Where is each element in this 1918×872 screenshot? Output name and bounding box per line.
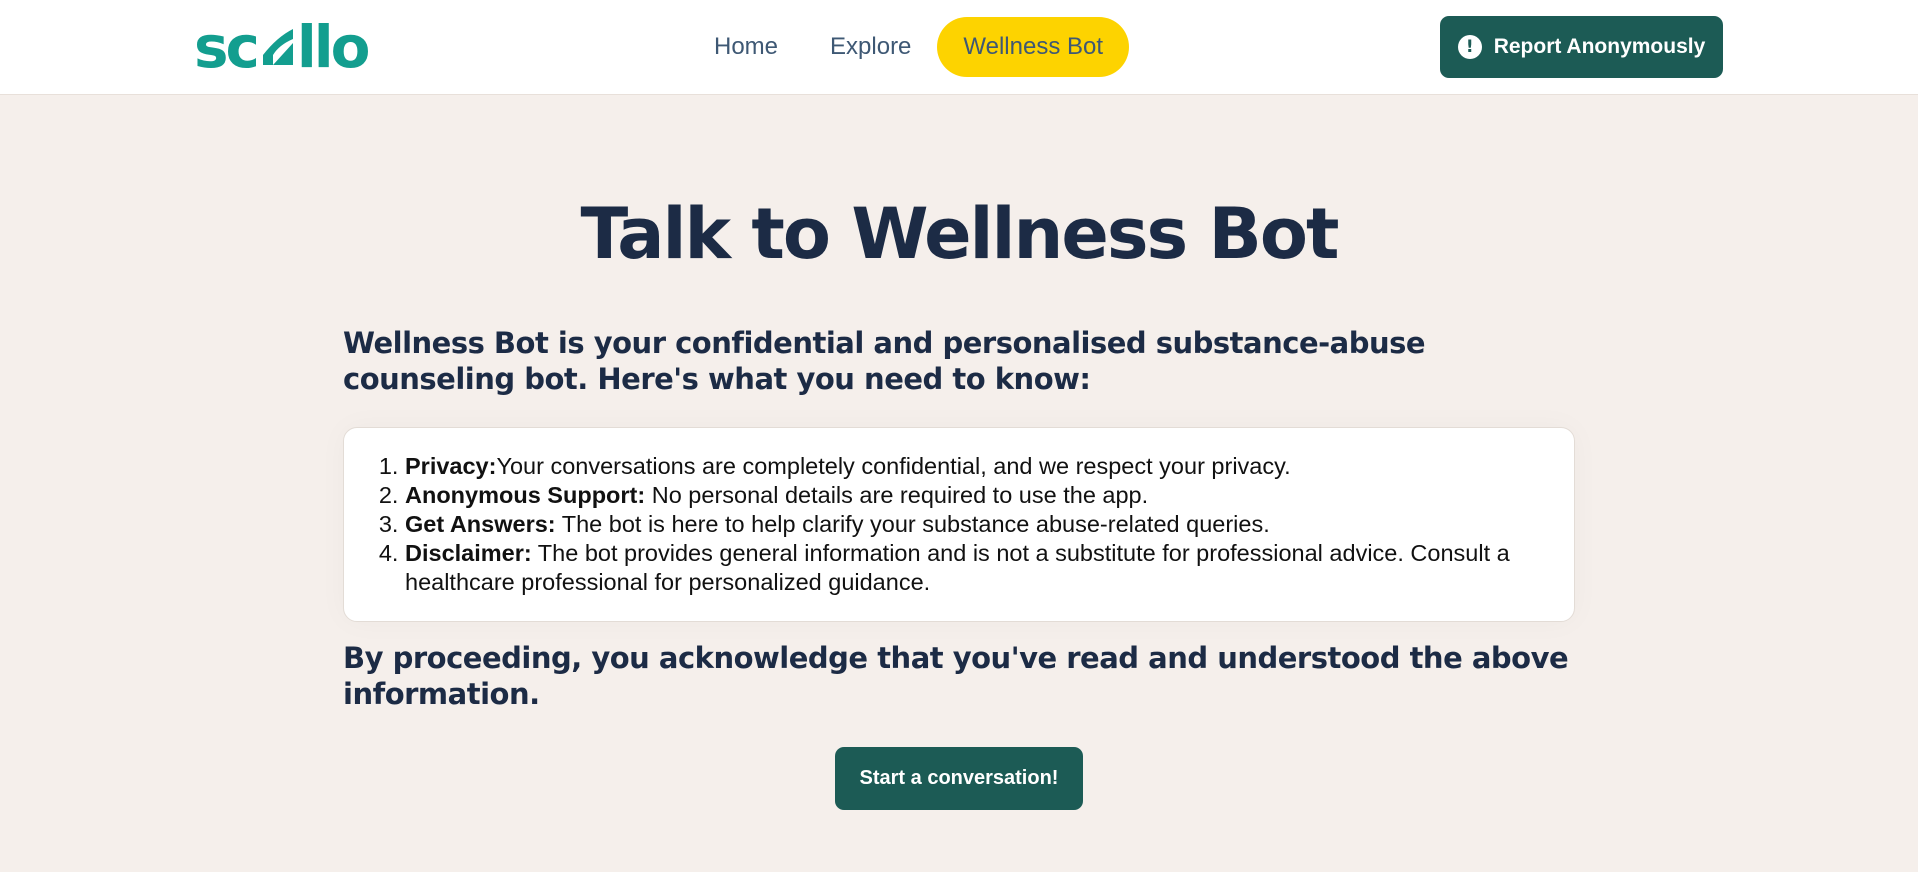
top-navbar: sc llo Home Explore Wellness Bot ! Repor… (0, 0, 1918, 95)
intro-text: Wellness Bot is your confidential and pe… (343, 326, 1426, 396)
list-item-term: Privacy: (405, 453, 497, 479)
list-item-get-answers: Get Answers: The bot is here to help cla… (405, 510, 1544, 539)
list-item-term: Disclaimer: (405, 540, 532, 566)
list-item-text: No personal details are required to use … (645, 482, 1149, 508)
list-item-term: Get Answers: (405, 511, 556, 537)
page-title: Talk to Wellness Bot (580, 193, 1340, 275)
info-card: Privacy:Your conversations are completel… (343, 427, 1575, 622)
list-item-disclaimer: Disclaimer: The bot provides general inf… (405, 539, 1544, 597)
info-list: Privacy:Your conversations are completel… (405, 452, 1544, 597)
nav-link-explore[interactable]: Explore (804, 17, 937, 77)
list-item-text: The bot provides general information and… (405, 540, 1510, 595)
nav-link-wellness-bot[interactable]: Wellness Bot (937, 17, 1130, 77)
main-nav: Home Explore Wellness Bot (688, 17, 1130, 77)
logo-text-right: llo (296, 13, 371, 81)
acknowledgement-text: By proceeding, you acknowledge that you'… (343, 641, 1569, 711)
list-item-text: The bot is here to help clarify your sub… (555, 511, 1270, 537)
list-item-privacy: Privacy:Your conversations are completel… (405, 452, 1544, 481)
alert-circle-icon: ! (1457, 35, 1482, 59)
report-anonymously-button[interactable]: ! Report Anonymously (1440, 16, 1723, 78)
list-item-term: Anonymous Support: (405, 482, 646, 508)
scholo-logo[interactable]: sc llo (194, 13, 371, 81)
nav-link-home[interactable]: Home (688, 17, 804, 77)
start-conversation-button[interactable]: Start a conversation! (835, 747, 1083, 810)
logo-mark-icon (262, 29, 293, 65)
logo-text-left: sc (194, 13, 260, 81)
list-item-text: Your conversations are completely confid… (496, 453, 1291, 479)
report-button-label: Report Anonymously (1493, 35, 1706, 58)
list-item-anonymous-support: Anonymous Support: No personal details a… (405, 481, 1544, 510)
